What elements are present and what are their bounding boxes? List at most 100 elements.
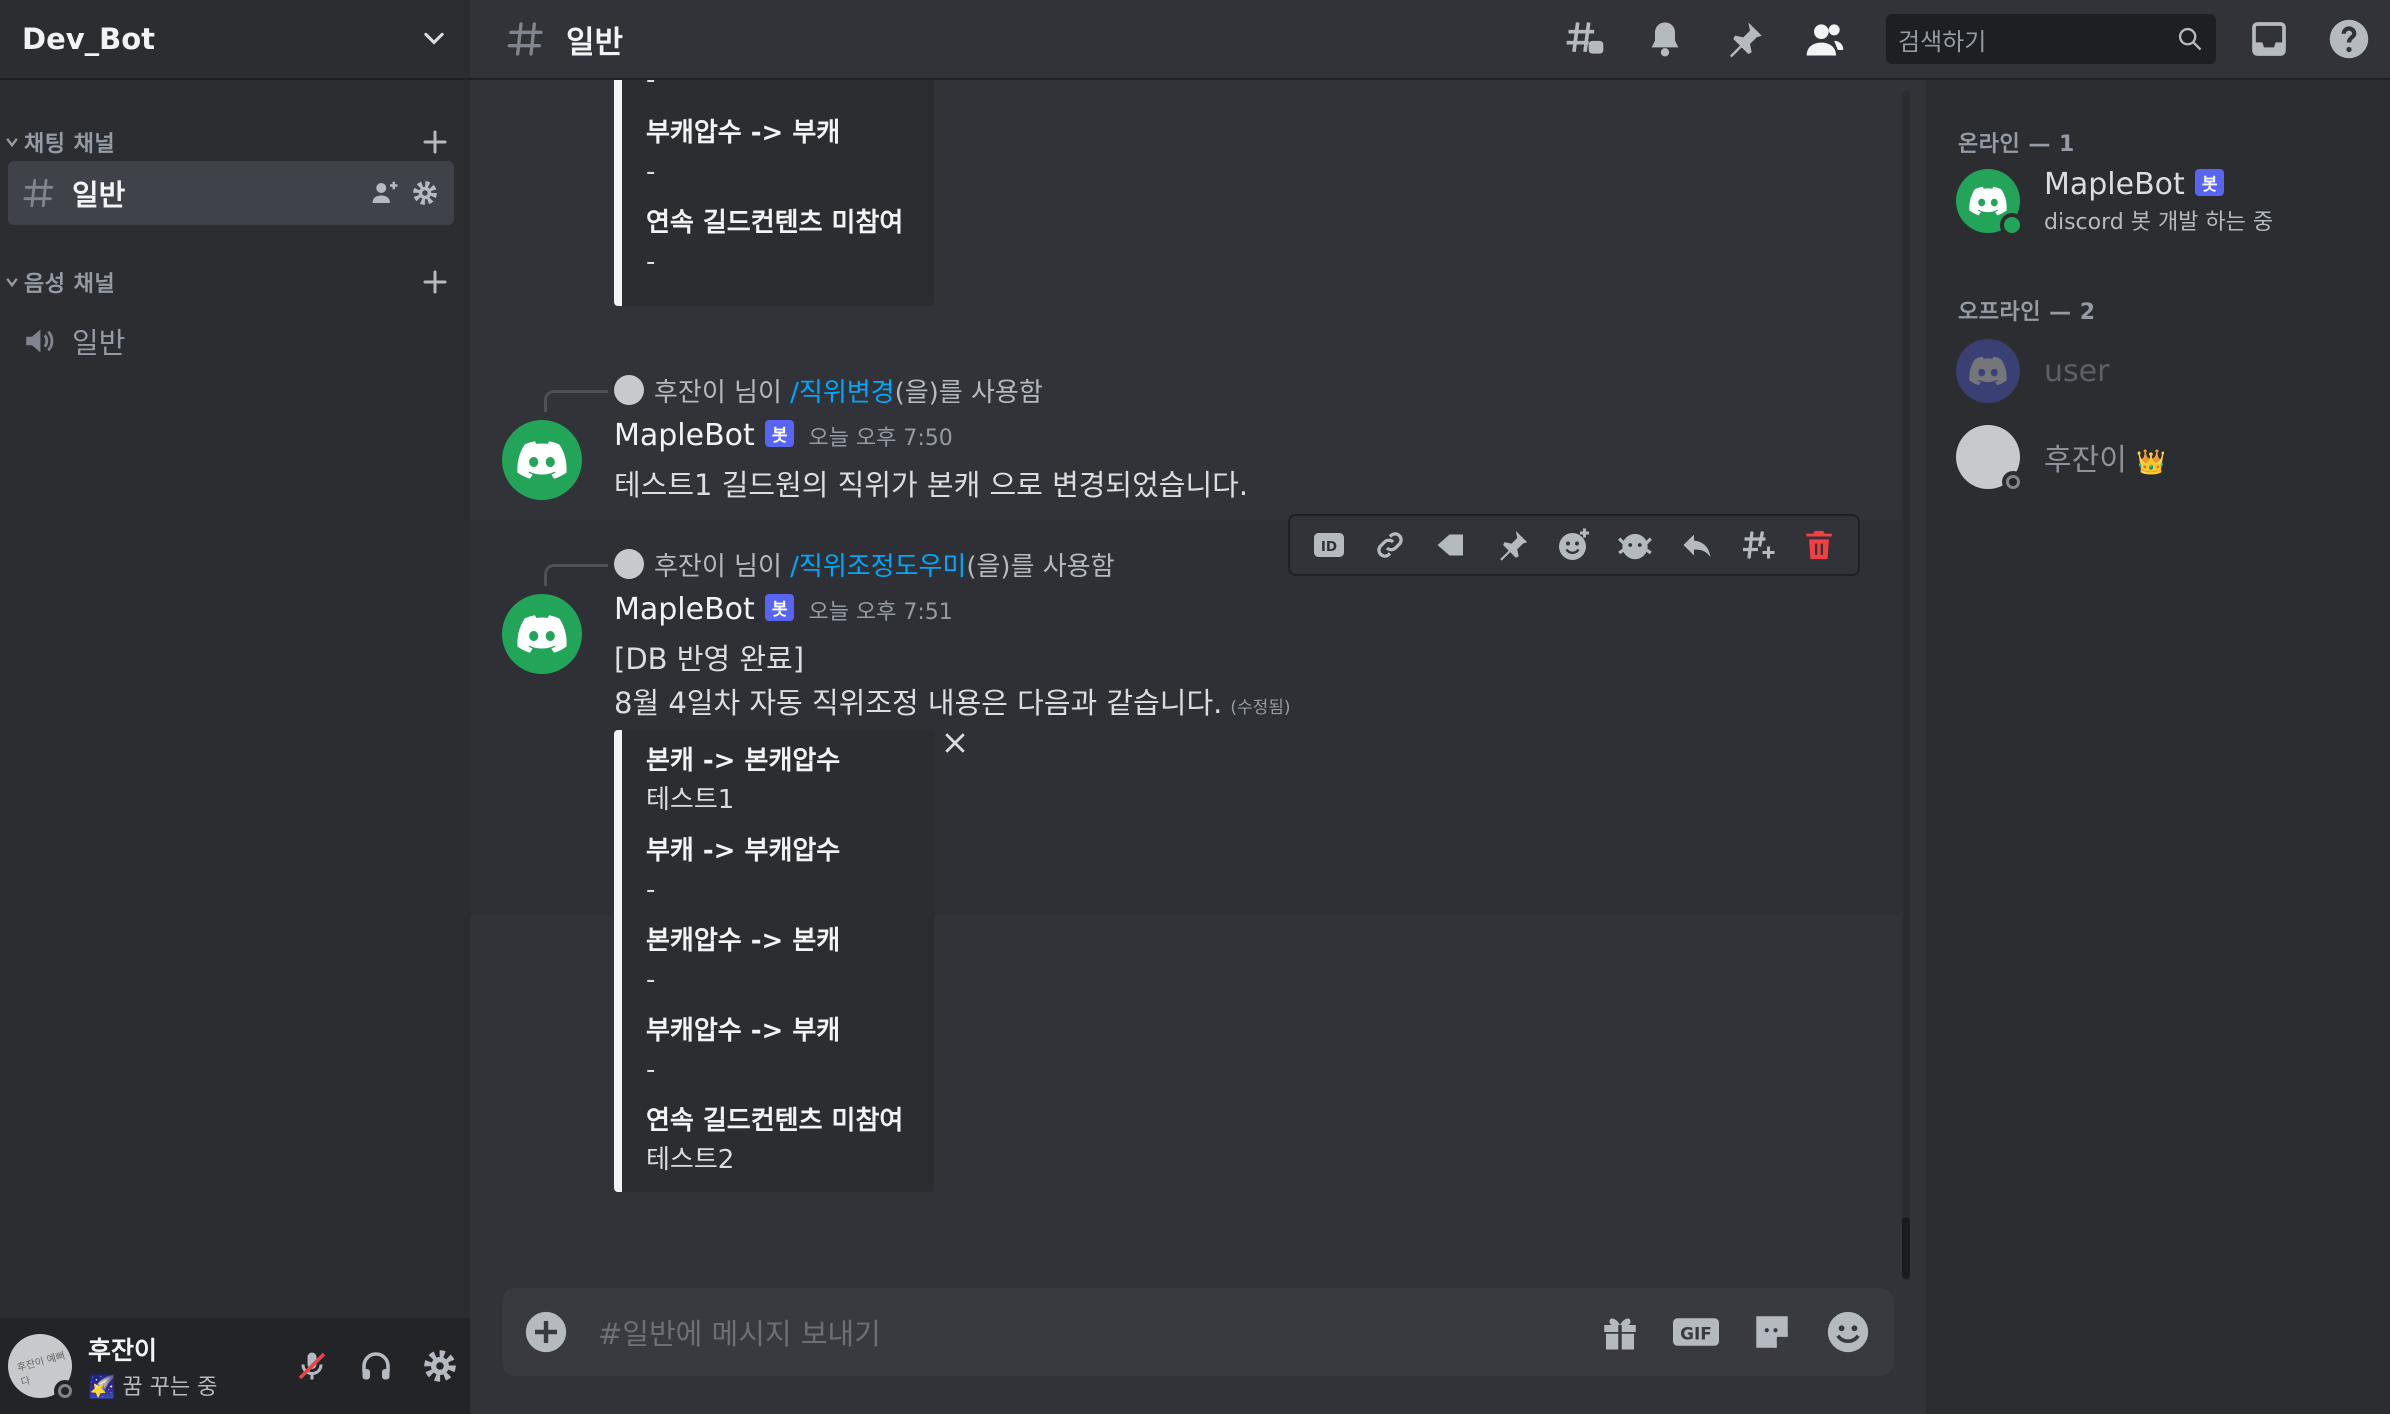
member-item-maplebot[interactable]: MapleBot 봇 discord 봇 개발 하는 중 xyxy=(1956,166,2376,237)
pin-message-button[interactable] xyxy=(1493,525,1533,565)
message-timestamp: 오늘 오후 7:51 xyxy=(808,600,953,625)
message-content-line: 8월 4일차 자동 직위조정 내용은 다음과 같습니다. (수정됨) xyxy=(614,680,1291,722)
member-item-user[interactable]: user xyxy=(1956,336,2376,406)
sidebar-channel-general[interactable]: 일반 xyxy=(8,161,454,225)
search-input[interactable]: 검색하기 xyxy=(1886,14,2216,64)
message-header: MapleBot 봇 오늘 오후 7:51 xyxy=(614,592,953,627)
embed-field-value: - xyxy=(646,157,656,187)
member-activity: discord 봇 개발 하는 중 xyxy=(2044,209,2274,235)
slash-command-link[interactable]: /직위변경 xyxy=(790,372,894,409)
category-voice-channels[interactable]: 음성 채널 xyxy=(0,262,470,302)
sidebar-voice-channel-general[interactable]: 일반 xyxy=(8,309,454,373)
member-item-hujani[interactable]: 후잔이 👑 xyxy=(1956,422,2376,493)
message-timestamp: 오늘 오후 7:50 xyxy=(808,426,953,451)
speaker-icon xyxy=(26,329,54,353)
embed-field-value: - xyxy=(646,875,656,905)
remove-embed-close-icon[interactable] xyxy=(940,728,970,758)
gif-icon: GIF xyxy=(1673,1318,1719,1346)
bot-avatar[interactable] xyxy=(502,594,582,674)
message-input[interactable]: #일반에 메시지 보내기 xyxy=(598,1311,1568,1353)
mute-button[interactable] xyxy=(290,1344,334,1388)
delete-message-button[interactable] xyxy=(1799,525,1839,565)
gift-button[interactable] xyxy=(1596,1308,1644,1356)
embed-field-name: 본캐 -> 본캐압수 xyxy=(646,746,841,776)
user-name: 후잔이 xyxy=(88,1336,158,1365)
emoji-button[interactable] xyxy=(1824,1308,1872,1356)
deafen-button[interactable] xyxy=(354,1344,398,1388)
members-online-header: 온라인 — 1 xyxy=(1958,132,2075,157)
embed-field-value: - xyxy=(646,965,656,995)
embed-field-value: 테스트2 xyxy=(646,1145,735,1175)
member-name: MapleBot xyxy=(2044,166,2185,202)
upload-plus-circle-icon[interactable] xyxy=(524,1310,568,1354)
gear-icon xyxy=(424,1350,456,1382)
scrollbar-track[interactable] xyxy=(1902,90,1910,1280)
category-label: 채팅 채널 xyxy=(24,132,116,157)
user-avatar[interactable]: 후잔이 예뻐다 xyxy=(8,1334,76,1402)
member-info: MapleBot 봇 discord 봇 개발 하는 중 xyxy=(2044,167,2273,236)
interaction-user-avatar xyxy=(614,549,644,579)
notification-settings-button[interactable] xyxy=(1642,16,1688,62)
edited-label: (수정됨) xyxy=(1230,698,1291,718)
help-button[interactable] xyxy=(2326,16,2372,62)
copy-link-button[interactable] xyxy=(1370,525,1410,565)
server-header[interactable]: Dev_Bot xyxy=(0,0,470,80)
create-thread-button[interactable] xyxy=(1738,525,1778,565)
user-settings-button[interactable] xyxy=(418,1344,462,1388)
reply-button[interactable] xyxy=(1677,525,1717,565)
member-list-toggle[interactable] xyxy=(1802,16,1848,62)
member-list: 온라인 — 1 MapleBot 봇 discord 봇 개발 하는 중 오프라인… xyxy=(1926,80,2390,1414)
add-reaction-button[interactable] xyxy=(1554,525,1594,565)
message-author[interactable]: MapleBot xyxy=(614,418,755,453)
create-channel-plus-icon[interactable] xyxy=(420,267,450,297)
channel-header: 일반 검색하기 xyxy=(470,0,2390,80)
chevron-down-icon[interactable] xyxy=(420,25,448,53)
discord-logo-icon xyxy=(1969,186,2007,216)
scrollbar-thumb[interactable] xyxy=(1902,1217,1910,1279)
server-name: Dev_Bot xyxy=(22,22,156,56)
bell-icon xyxy=(1651,22,1679,57)
category-text-channels[interactable]: 채팅 채널 xyxy=(0,122,470,162)
sticker-icon xyxy=(1756,1316,1788,1348)
channel-settings-gear-icon[interactable] xyxy=(410,178,440,208)
trash-icon xyxy=(1806,530,1833,560)
interaction-reference[interactable]: 후잔이 님이 /직위조정도우미 (을)를 사용함 xyxy=(544,544,1115,586)
threads-button[interactable] xyxy=(1562,16,1608,62)
message-composer[interactable]: #일반에 메시지 보내기 GIF xyxy=(502,1288,1894,1376)
user-info[interactable]: 후잔이 🌠 꿈 꾸는 중 xyxy=(88,1331,270,1401)
interaction-suffix: (을)를 사용함 xyxy=(966,551,1115,582)
link-icon xyxy=(1377,532,1403,558)
message-text: 8월 4일차 자동 직위조정 내용은 다음과 같습니다. xyxy=(614,686,1223,720)
channel-name: 일반 xyxy=(72,178,126,212)
pinned-messages-button[interactable] xyxy=(1722,16,1768,62)
mark-unread-button[interactable] xyxy=(1431,525,1471,565)
online-status-dot xyxy=(2000,213,2024,237)
bot-badge: 봇 xyxy=(764,594,795,621)
create-channel-plus-icon[interactable] xyxy=(420,127,450,157)
message-author[interactable]: MapleBot xyxy=(614,592,755,627)
embed-field-name: 부캐압수 -> 부캐 xyxy=(646,1016,841,1046)
inbox-icon xyxy=(2252,22,2286,56)
reply-icon xyxy=(1683,534,1711,557)
gif-button[interactable]: GIF xyxy=(1672,1308,1720,1356)
super-reaction-button[interactable] xyxy=(1615,525,1655,565)
search-placeholder: 검색하기 xyxy=(1898,27,1987,56)
member-avatar xyxy=(1956,425,2024,493)
embed-field-value: - xyxy=(646,247,656,277)
status-indicator xyxy=(54,1380,76,1402)
thread-icon xyxy=(1742,531,1775,559)
reply-spine xyxy=(544,390,608,412)
embed-field-name: 부캐 -> 부캐압수 xyxy=(646,836,841,866)
sticker-button[interactable] xyxy=(1748,1308,1796,1356)
member-name-row: MapleBot 봇 xyxy=(2044,167,2273,202)
member-name-row: 후잔이 👑 xyxy=(2044,435,2166,479)
interaction-user: 후잔이 님이 xyxy=(654,377,782,408)
interaction-reference[interactable]: 후잔이 님이 /직위변경 (을)를 사용함 xyxy=(544,370,1043,412)
message-actions-bar: ID xyxy=(1288,514,1860,576)
inbox-button[interactable] xyxy=(2246,16,2292,62)
slash-command-link[interactable]: /직위조정도우미 xyxy=(790,546,966,583)
embed-field-value: - xyxy=(646,1055,656,1085)
copy-id-button[interactable]: ID xyxy=(1309,525,1349,565)
create-invite-icon[interactable] xyxy=(370,178,400,208)
bot-avatar[interactable] xyxy=(502,420,582,500)
